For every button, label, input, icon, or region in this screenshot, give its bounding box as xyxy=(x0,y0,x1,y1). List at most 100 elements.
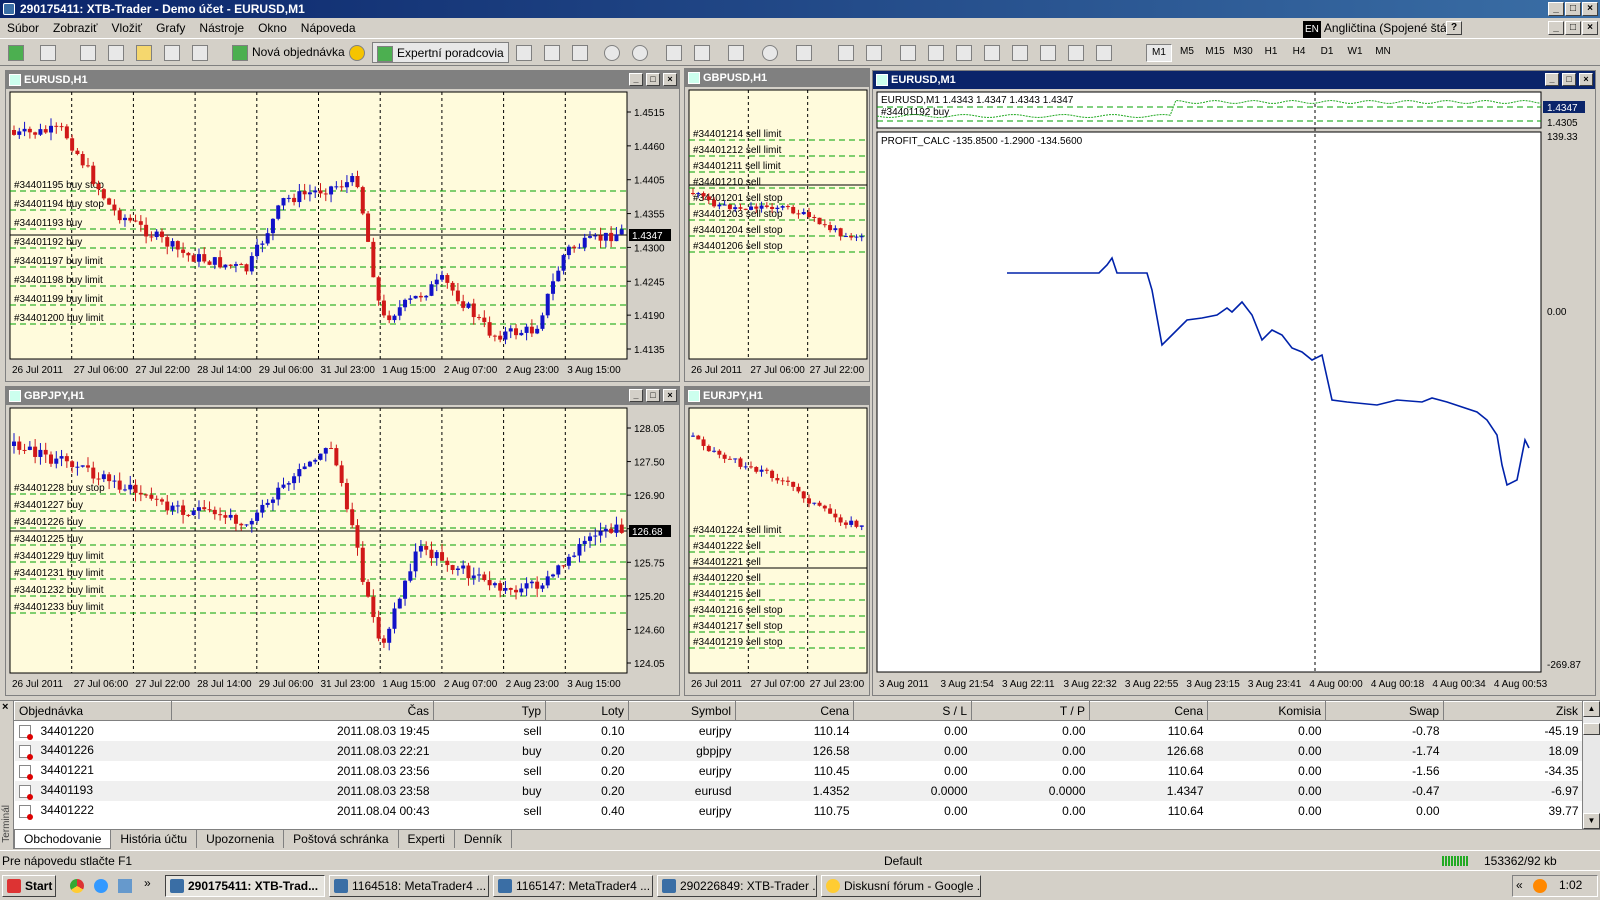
scroll-down-icon[interactable]: ▼ xyxy=(1583,813,1600,829)
chart-window-gbpjpy-h1[interactable]: GBPJPY,H1 _ □ × 26 Jul 2011 27 Jul 06:00 27 … xyxy=(5,386,680,696)
mdi-close-button[interactable]: × xyxy=(1582,21,1598,35)
periods-icon[interactable] xyxy=(758,42,782,63)
column-header[interactable]: Objednávka xyxy=(14,701,172,721)
column-header[interactable]: Symbol xyxy=(628,701,736,721)
new-order-button[interactable]: Nová objednávka xyxy=(228,42,345,63)
chart-minimize-button[interactable]: _ xyxy=(629,73,643,86)
chart-eurjpy-h1[interactable]: 26 Jul 2011 27 Jul 07:00 27 Jul 23:00 #3440… xyxy=(685,406,869,695)
help-icon[interactable]: ? xyxy=(1446,21,1462,35)
maximize-button[interactable]: □ xyxy=(1565,2,1581,16)
minimize-button[interactable]: _ xyxy=(1548,2,1564,16)
terminal-tab[interactable]: História účtu xyxy=(111,830,198,848)
task-chrome-forum[interactable]: Diskusní fórum - Google ... xyxy=(821,875,981,897)
timeframe-mn[interactable]: MN xyxy=(1370,44,1396,60)
task-metatrader-2[interactable]: 1165147: MetaTrader4 ... xyxy=(493,875,653,897)
mdi-restore-button[interactable]: □ xyxy=(1565,21,1581,35)
channel-icon[interactable] xyxy=(980,42,1004,63)
templates-icon[interactable] xyxy=(792,42,816,63)
column-header[interactable]: Loty xyxy=(545,701,629,721)
menu-help[interactable]: Nápoveda xyxy=(294,18,363,38)
menu-window[interactable]: Okno xyxy=(251,18,294,38)
table-row[interactable]: 34401193 2011.08.03 23:58 buy 0.20 eurusd 1.4… xyxy=(14,780,1583,801)
column-header[interactable]: Swap xyxy=(1325,701,1444,721)
timeframe-w1[interactable]: W1 xyxy=(1342,44,1368,60)
candle-chart-icon[interactable] xyxy=(540,42,564,63)
chart-eurusd-h1[interactable]: 26 Jul 2011 27 Jul 06:00 27 Jul 22:00 28 Ju… xyxy=(6,90,679,381)
chart-close-button[interactable]: × xyxy=(663,389,677,402)
chevron-right-icon[interactable]: » xyxy=(144,876,151,890)
table-row[interactable]: 34401226 2011.08.03 22:21 buy 0.20 gbpjpy 126… xyxy=(14,740,1583,761)
chart-minimize-button[interactable]: _ xyxy=(1545,73,1559,86)
ie-icon[interactable] xyxy=(94,879,108,893)
column-header[interactable]: Cena xyxy=(1089,701,1208,721)
menu-insert[interactable]: Vložiť xyxy=(105,18,150,38)
timeframe-m1[interactable]: M1 xyxy=(1146,44,1172,62)
text-icon[interactable] xyxy=(1036,42,1060,63)
trendline-icon[interactable] xyxy=(952,42,976,63)
cursor-icon[interactable] xyxy=(834,42,858,63)
menu-tools[interactable]: Nástroje xyxy=(192,18,251,38)
task-metatrader-1[interactable]: 1164518: MetaTrader4 ... xyxy=(329,875,489,897)
indicators-icon[interactable] xyxy=(724,42,748,63)
column-header[interactable]: Zisk xyxy=(1443,701,1583,721)
chart-gbpjpy-h1[interactable]: 26 Jul 2011 27 Jul 06:00 27 Jul 22:00 28 Ju… xyxy=(6,406,679,695)
expert-advisors-button[interactable]: Expertní poradcovia xyxy=(372,42,509,63)
terminal-tab[interactable]: Denník xyxy=(455,830,512,848)
tester-icon[interactable] xyxy=(188,42,212,63)
column-header[interactable]: Čas xyxy=(171,701,434,721)
market-watch-icon[interactable] xyxy=(76,42,100,63)
vertical-line-icon[interactable] xyxy=(896,42,920,63)
table-row[interactable]: 34401222 2011.08.04 00:43 sell 0.40 eurjpy 11… xyxy=(15,801,1583,821)
mdi-minimize-button[interactable]: _ xyxy=(1548,21,1564,35)
navigator-icon[interactable] xyxy=(132,42,156,63)
timeframe-h1[interactable]: H1 xyxy=(1258,44,1284,60)
line-chart-icon[interactable] xyxy=(568,42,592,63)
chevron-left-icon[interactable]: « xyxy=(1516,878,1523,892)
chart-minimize-button[interactable]: _ xyxy=(629,389,643,402)
arrows-icon[interactable] xyxy=(1092,42,1116,63)
task-xtb-trader-2[interactable]: 290226849: XTB-Trader ... xyxy=(657,875,817,897)
timeframe-m30[interactable]: M30 xyxy=(1230,44,1256,60)
timeframe-d1[interactable]: D1 xyxy=(1314,44,1340,60)
fibonacci-icon[interactable] xyxy=(1008,42,1032,63)
chart-title-bar[interactable]: EURUSD,M1 _ □ × xyxy=(873,71,1595,89)
chart-window-eurjpy-h1[interactable]: EURJPY,H1 26 Jul 2011 27 Jul 07:00 27 Jul … xyxy=(684,386,870,696)
chart-title-bar[interactable]: EURUSD,H1 _ □ × xyxy=(6,71,679,89)
language-indicator[interactable]: EN Angličtina (Spojené štáty) xyxy=(1303,19,1460,39)
horizontal-line-icon[interactable] xyxy=(924,42,948,63)
timeframe-h4[interactable]: H4 xyxy=(1286,44,1312,60)
column-header[interactable]: Typ xyxy=(433,701,546,721)
chart-eurusd-m1[interactable]: EURUSD,M1 1.4343 1.4347 1.4343 1.4347#34… xyxy=(873,90,1595,695)
bar-chart-icon[interactable] xyxy=(512,42,536,63)
zoom-in-icon[interactable] xyxy=(600,42,624,63)
chart-title-bar[interactable]: GBPJPY,H1 _ □ × xyxy=(6,387,679,405)
table-row[interactable]: 34401220 2011.08.03 19:45 sell 0.10 eurjpy 11… xyxy=(15,721,1583,741)
scroll-up-icon[interactable]: ▲ xyxy=(1583,701,1600,717)
close-button[interactable]: × xyxy=(1582,2,1598,16)
column-header[interactable]: Cena xyxy=(735,701,854,721)
task-xtb-trader-active[interactable]: 290175411: XTB-Trad... xyxy=(165,875,325,897)
timeframe-m5[interactable]: M5 xyxy=(1174,44,1200,60)
chart-gbpusd-h1[interactable]: 26 Jul 2011 27 Jul 06:00 27 Jul 22:00 #3440… xyxy=(685,88,869,381)
text-label-icon[interactable] xyxy=(1064,42,1088,63)
chart-close-button[interactable]: × xyxy=(663,73,677,86)
timeframe-m15[interactable]: M15 xyxy=(1202,44,1228,60)
terminal-scrollbar[interactable]: ▲ ▼ xyxy=(1582,701,1600,829)
menu-charts[interactable]: Grafy xyxy=(149,18,192,38)
chart-maximize-button[interactable]: □ xyxy=(646,73,660,86)
column-header[interactable]: S / L xyxy=(853,701,972,721)
chart-window-eurusd-m1[interactable]: EURUSD,M1 _ □ × EURUSD,M1 1.4343 1.4347 1.… xyxy=(872,70,1596,696)
data-window-icon[interactable] xyxy=(104,42,128,63)
terminal-tab[interactable]: Experti xyxy=(399,830,455,848)
column-header[interactable]: T / P xyxy=(971,701,1090,721)
new-chart-icon[interactable] xyxy=(4,42,28,63)
auto-scroll-icon[interactable] xyxy=(662,42,686,63)
start-button[interactable]: Start xyxy=(2,875,56,897)
chart-close-button[interactable]: × xyxy=(1579,73,1593,86)
warning-icon[interactable] xyxy=(345,42,369,63)
terminal-icon[interactable] xyxy=(160,42,184,63)
terminal-tab[interactable]: Poštová schránka xyxy=(284,830,399,848)
crosshair-icon[interactable] xyxy=(862,42,886,63)
profiles-icon[interactable] xyxy=(36,42,60,63)
scroll-thumb[interactable] xyxy=(1583,723,1600,735)
